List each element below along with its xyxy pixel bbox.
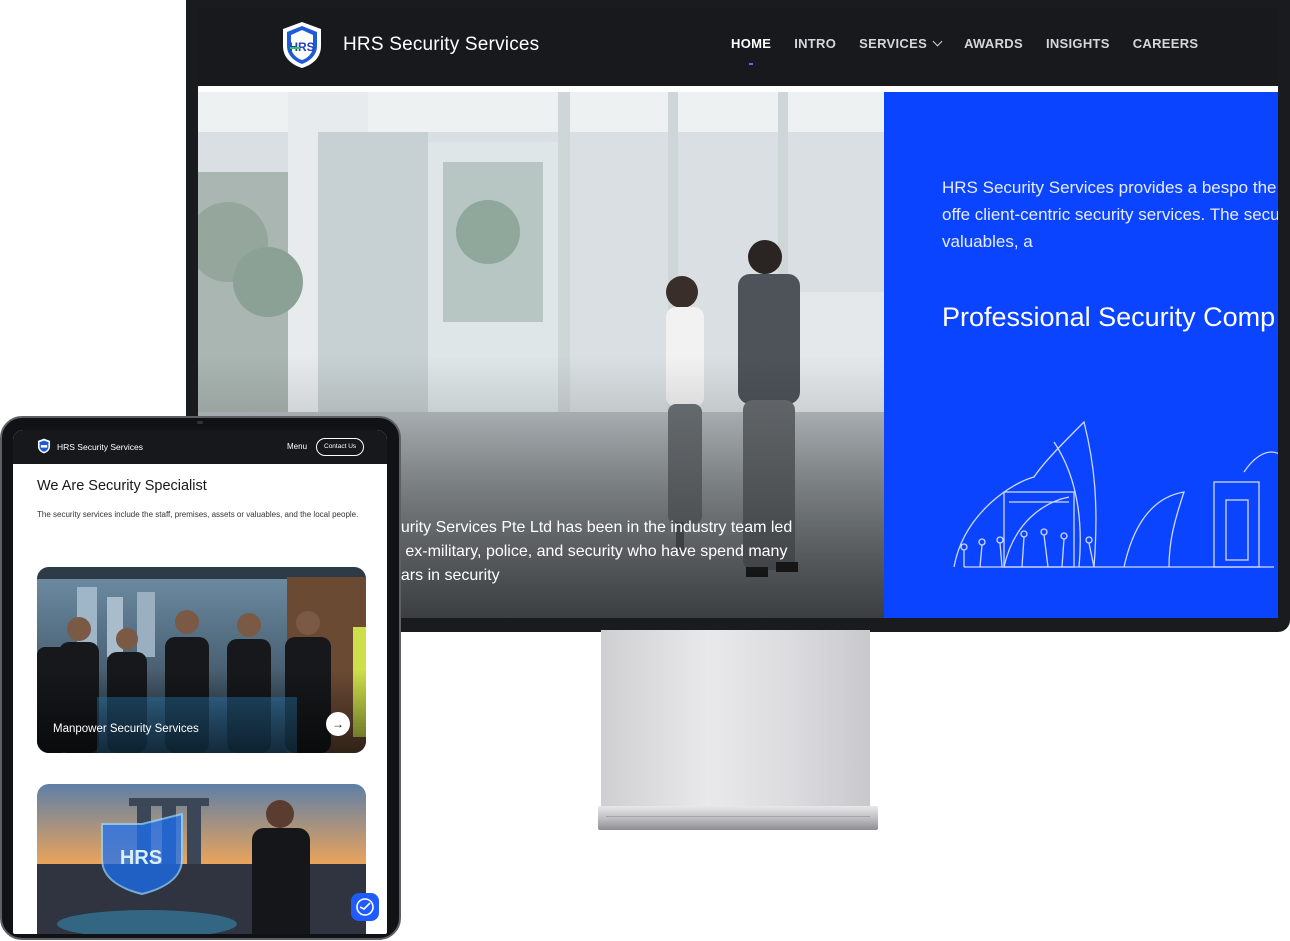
service-card-technology[interactable]: HRS [37,784,366,934]
desktop-nav-menu: HOME INTRO SERVICES AWARDS INSIGHTS CARE… [731,36,1199,65]
nav-services[interactable]: SERVICES [859,36,943,51]
tablet-nav-bar: HRS Security Services Menu Contact Us [13,430,387,464]
nav-insights[interactable]: INSIGHTS [1046,36,1110,51]
service-card-manpower[interactable]: Manpower Security Services → [37,567,366,753]
tablet-screen: HRS Security Services Menu Contact Us We… [13,430,387,934]
nav-careers[interactable]: CAREERS [1133,36,1199,51]
card-label: Manpower Security Services [53,723,199,735]
nav-services-label: SERVICES [859,36,928,51]
tablet-menu-button[interactable]: Menu [287,442,307,451]
hrs-logo-icon[interactable]: HRS [280,20,324,70]
tablet-camera [197,421,203,424]
singapore-line-art-icon [953,420,1278,568]
desktop-brand-name[interactable]: HRS Security Services [343,34,539,56]
nav-home[interactable]: HOME [731,36,771,65]
hero-overlay-text: ecurity Services Pte Ltd has been in the… [384,519,793,584]
hero-description: HRS Security Services provides a bespo t… [942,178,1278,251]
section-description: The security services include the staff,… [37,510,359,519]
monitor-stand-foot [598,806,878,830]
hrs-logo-icon[interactable] [37,438,51,454]
monitor-stand [601,630,870,810]
hero-blue-panel: HRS Security Services provides a bespo t… [884,92,1278,618]
chat-bubble-icon [356,898,374,916]
chat-icon[interactable] [351,893,379,921]
nav-awards[interactable]: AWARDS [964,36,1023,51]
tablet-device: HRS Security Services Menu Contact Us We… [0,416,401,940]
security-technology-image: HRS [37,784,366,934]
chevron-down-icon [932,36,943,47]
svg-text:HRS: HRS [120,847,162,869]
contact-us-button[interactable]: Contact Us [316,438,365,456]
tablet-brand-name[interactable]: HRS Security Services [57,442,143,452]
nav-intro[interactable]: INTRO [794,36,836,51]
hero-title: Professional Security Comp Singapore [942,302,1278,332]
desktop-nav-bar: HRS HRS Security Services HOME INTRO SER… [198,8,1278,86]
arrow-right-icon[interactable]: → [326,712,350,736]
section-title: We Are Security Specialist [37,478,207,494]
